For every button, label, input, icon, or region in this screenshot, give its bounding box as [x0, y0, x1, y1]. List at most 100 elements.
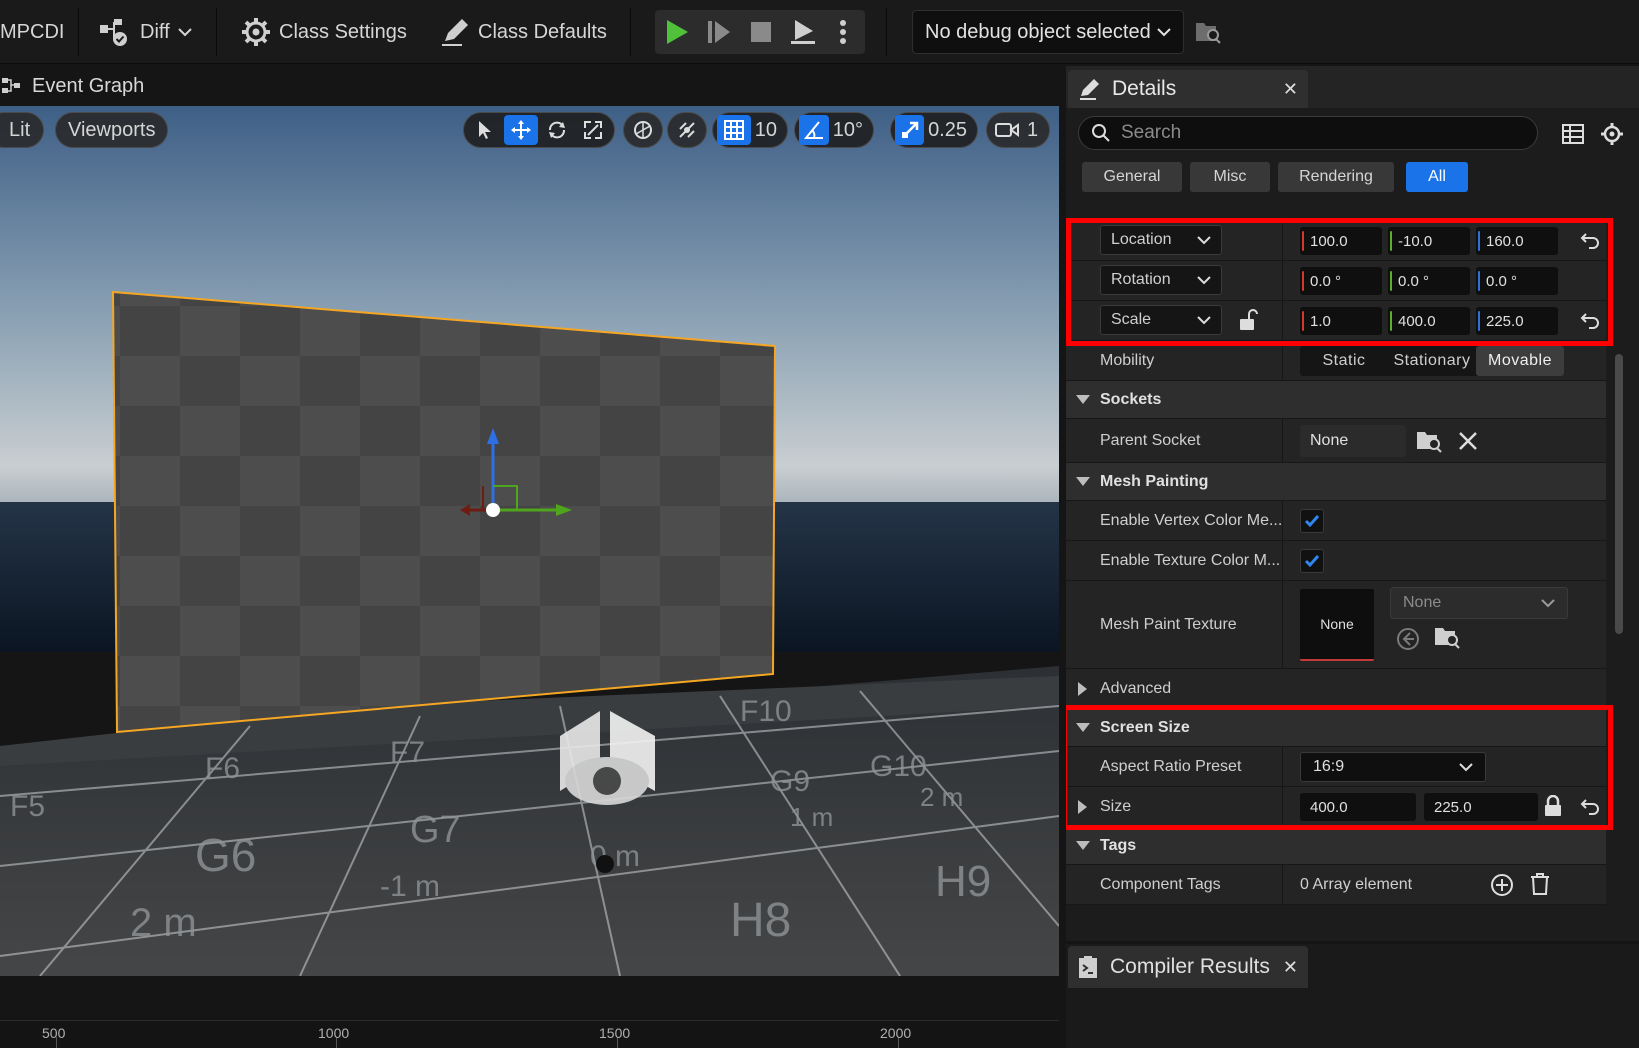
- use-selected-asset-button[interactable]: [1396, 627, 1420, 656]
- viewports-button[interactable]: Viewports: [55, 112, 169, 148]
- event-graph-label: Event Graph: [32, 74, 145, 97]
- mesh-painting-section-header[interactable]: Mesh Painting: [1066, 463, 1606, 501]
- class-settings-button[interactable]: Class Settings: [241, 12, 407, 52]
- svg-text:H9: H9: [935, 857, 991, 906]
- size-width-field[interactable]: 400.0: [1300, 793, 1416, 821]
- translate-tool-button[interactable]: [504, 115, 538, 145]
- svg-text:F6: F6: [205, 752, 240, 785]
- delete-tags-button[interactable]: [1530, 872, 1550, 901]
- grid-snap-toggle[interactable]: [717, 115, 751, 145]
- reset-arrow-icon: [1580, 313, 1599, 329]
- clear-socket-button[interactable]: [1458, 431, 1478, 456]
- rotation-snap-toggle[interactable]: [799, 115, 829, 145]
- class-defaults-button[interactable]: Class Defaults: [440, 12, 607, 52]
- details-tab-label: Details: [1112, 77, 1177, 100]
- diff-button[interactable]: Diff: [98, 12, 192, 52]
- browse-debug-button[interactable]: [1194, 12, 1222, 52]
- vertex-color-checkbox[interactable]: [1300, 509, 1324, 533]
- rotation-snap-group[interactable]: 10°: [794, 112, 874, 148]
- size-height-field[interactable]: 225.0: [1424, 793, 1538, 821]
- eject-button[interactable]: [783, 10, 823, 54]
- column-divider: [1282, 787, 1283, 826]
- texture-thumbnail[interactable]: None: [1300, 589, 1374, 661]
- column-divider: [1282, 261, 1283, 300]
- rotation-x-field[interactable]: 0.0 °: [1300, 267, 1382, 295]
- column-divider: [1282, 501, 1283, 540]
- scale-tool-button[interactable]: [576, 115, 610, 145]
- toolbar-separator: [630, 8, 631, 56]
- texture-color-checkbox[interactable]: [1300, 549, 1324, 573]
- reset-size-button[interactable]: [1580, 797, 1600, 820]
- column-divider: [1282, 865, 1283, 904]
- browse-texture-button[interactable]: [1434, 625, 1460, 654]
- filter-rendering[interactable]: Rendering: [1278, 162, 1394, 192]
- location-z-field[interactable]: 160.0: [1476, 227, 1558, 255]
- camera-speed-button[interactable]: 1: [986, 112, 1050, 148]
- mobility-stationary[interactable]: Stationary: [1388, 346, 1476, 376]
- tags-section-header[interactable]: Tags: [1066, 827, 1606, 865]
- aspect-ratio-dropdown[interactable]: 16:9: [1300, 752, 1486, 782]
- grid-snap-group[interactable]: 10: [712, 112, 788, 148]
- mobility-movable[interactable]: Movable: [1476, 346, 1564, 376]
- scale-snap-group[interactable]: 0.25: [890, 112, 978, 148]
- advanced-label: Advanced: [1100, 679, 1172, 697]
- reset-location-button[interactable]: [1580, 231, 1600, 254]
- expand-arrow-icon[interactable]: [1078, 800, 1087, 814]
- browse-socket-button[interactable]: [1416, 429, 1442, 458]
- lock-size-button[interactable]: [1544, 794, 1562, 822]
- plus-circle-icon: [1491, 874, 1513, 896]
- app-label[interactable]: MPCDI: [0, 12, 64, 52]
- reset-scale-button[interactable]: [1580, 311, 1600, 334]
- level-viewport[interactable]: F5 F6 F7 G6 G7 G9 G10 F10 H9 H8 -1 m 0 m…: [0, 106, 1059, 976]
- filter-misc[interactable]: Misc: [1190, 162, 1270, 192]
- close-icon[interactable]: ✕: [1283, 957, 1298, 978]
- graph-icon: [2, 78, 20, 93]
- coordinate-system-button[interactable]: [623, 112, 663, 148]
- rotation-y-field[interactable]: 0.0 °: [1388, 267, 1470, 295]
- view-mode-button[interactable]: Lit: [0, 112, 44, 148]
- event-graph-tab[interactable]: Event Graph: [0, 66, 144, 106]
- select-tool-button[interactable]: [468, 115, 502, 145]
- compiler-results-tab[interactable]: Compiler Results ✕: [1068, 946, 1308, 988]
- scale-z-field[interactable]: 225.0: [1476, 307, 1558, 335]
- scale-dropdown[interactable]: Scale: [1100, 305, 1222, 335]
- lock-scale-button[interactable]: [1238, 309, 1258, 336]
- scale-snap-toggle[interactable]: [895, 115, 925, 145]
- filter-general[interactable]: General: [1082, 162, 1182, 192]
- parent-socket-field[interactable]: None: [1300, 425, 1406, 457]
- location-x-field[interactable]: 100.0: [1300, 227, 1382, 255]
- location-dropdown[interactable]: Location: [1100, 225, 1222, 255]
- screen-size-title: Screen Size: [1100, 719, 1190, 736]
- kebab-icon: [840, 20, 846, 44]
- debug-object-dropdown[interactable]: No debug object selected: [912, 10, 1184, 54]
- details-search[interactable]: [1078, 116, 1538, 150]
- scale-x-field[interactable]: 1.0: [1300, 307, 1382, 335]
- mobility-label: Mobility: [1100, 351, 1155, 369]
- rotation-dropdown[interactable]: Rotation: [1100, 265, 1222, 295]
- size-row: Size 400.0 225.0: [1066, 787, 1606, 827]
- advanced-row[interactable]: Advanced: [1066, 669, 1606, 709]
- filter-all[interactable]: All: [1406, 162, 1468, 192]
- add-tag-button[interactable]: [1490, 873, 1514, 902]
- step-button[interactable]: [699, 10, 739, 54]
- timeline-ruler[interactable]: 500 1000 1500 2000: [0, 1020, 1059, 1048]
- texture-asset-dropdown[interactable]: None: [1390, 587, 1568, 619]
- property-matrix-button[interactable]: [1562, 124, 1584, 149]
- play-button[interactable]: [657, 10, 697, 54]
- rotation-z-field[interactable]: 0.0 °: [1476, 267, 1558, 295]
- more-options-button[interactable]: [823, 10, 863, 54]
- eject-icon: [791, 20, 815, 44]
- stop-button[interactable]: [741, 10, 781, 54]
- close-icon[interactable]: ✕: [1283, 79, 1298, 100]
- details-scrollbar[interactable]: [1615, 354, 1623, 634]
- location-y-field[interactable]: -10.0: [1388, 227, 1470, 255]
- details-settings-button[interactable]: [1600, 122, 1624, 151]
- search-input[interactable]: [1121, 122, 1501, 144]
- sockets-section-header[interactable]: Sockets: [1066, 381, 1606, 419]
- surface-snap-button[interactable]: [667, 112, 707, 148]
- details-tab[interactable]: Details ✕: [1068, 70, 1308, 108]
- rotate-tool-button[interactable]: [540, 115, 574, 145]
- screen-size-section-header[interactable]: Screen Size: [1066, 709, 1606, 747]
- scale-y-field[interactable]: 400.0: [1388, 307, 1470, 335]
- mobility-static[interactable]: Static: [1300, 346, 1388, 376]
